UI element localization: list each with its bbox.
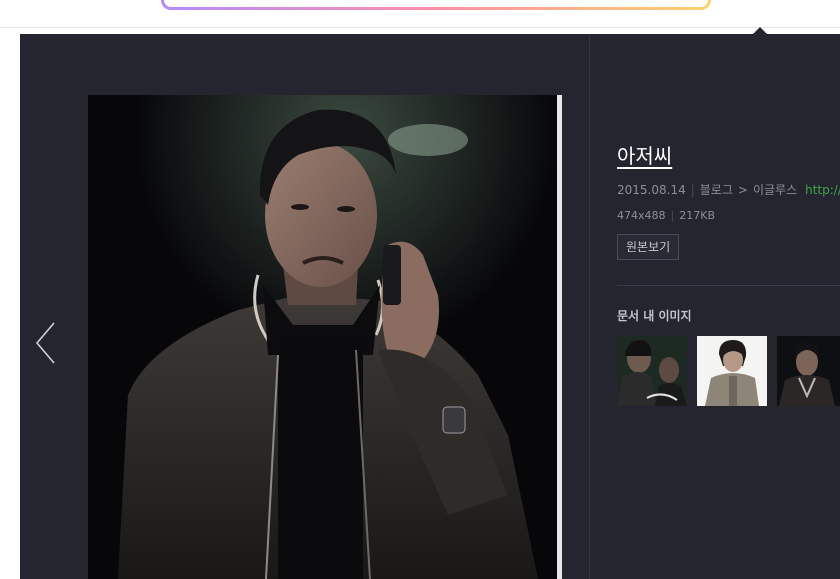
main-photo (88, 95, 557, 579)
related-images-heading: 문서 내 이미지 (617, 309, 692, 323)
section-divider (617, 285, 840, 286)
photo-edge (557, 95, 562, 579)
prev-image-button[interactable] (30, 318, 64, 368)
thumb-image (617, 336, 687, 406)
top-bar (0, 0, 840, 28)
source-link[interactable]: http://nj (805, 183, 840, 197)
thumb-image (777, 336, 840, 406)
search-box[interactable] (161, 0, 711, 10)
related-thumb-2[interactable] (697, 336, 767, 406)
view-original-button[interactable]: 원본보기 (617, 234, 680, 260)
image-date: 2015.08.14 (617, 183, 686, 197)
panel-divider (589, 34, 590, 579)
image-file-size: 217KB (679, 209, 715, 222)
chevron-left-icon (35, 322, 55, 364)
breadcrumb-arrow: > (737, 183, 748, 197)
image-title[interactable]: 아저씨 (617, 140, 672, 169)
main-image[interactable] (88, 95, 557, 579)
related-thumb-3[interactable] (777, 336, 840, 406)
image-meta-source: 2015.08.14 | 블로그 > 이글루스 http://nj (617, 181, 840, 198)
image-meta-size: 474x488 | 217KB (617, 209, 715, 222)
image-dimensions: 474x488 (617, 209, 666, 222)
source-name: 이글루스 (752, 183, 798, 197)
separator: | (690, 183, 695, 197)
source-type: 블로그 (699, 183, 733, 197)
separator: | (670, 209, 675, 222)
thumb-image (697, 336, 767, 406)
related-thumb-1[interactable] (617, 336, 687, 406)
